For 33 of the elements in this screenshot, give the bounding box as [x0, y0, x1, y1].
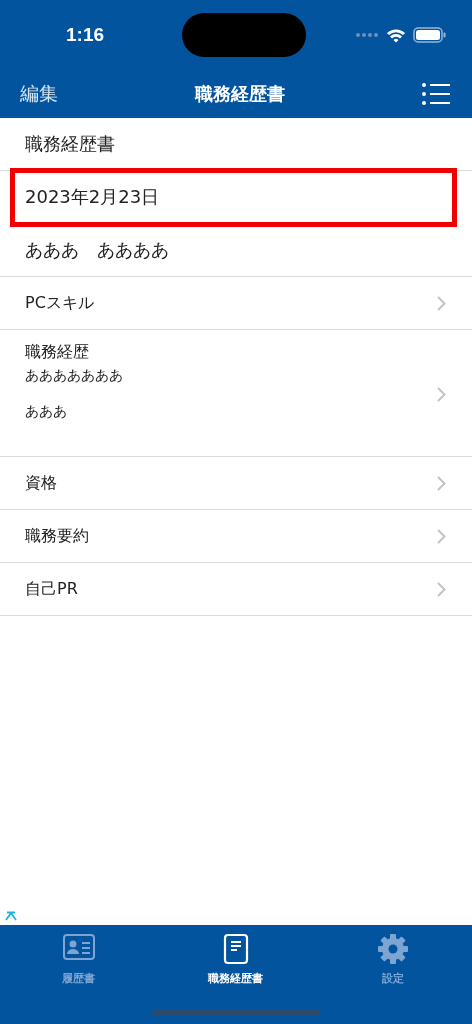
menu-icon [422, 83, 450, 105]
list-row[interactable]: 職務要約 [0, 510, 472, 563]
ad-close-icon [5, 911, 17, 921]
menu-button[interactable] [422, 83, 450, 105]
wifi-icon [386, 27, 406, 43]
row-label: 職務経歴 [25, 342, 90, 363]
row-label: 2023年2月23日 [25, 185, 160, 209]
row-label: 職務要約 [25, 525, 89, 547]
status-time: 1:16 [66, 24, 105, 46]
row-label: 資格 [25, 472, 57, 494]
screen-title: 職務経歴書 [195, 82, 285, 106]
tab-button[interactable]: 職務経歴書 [157, 925, 315, 987]
row-label: あああ ああああ [25, 238, 169, 262]
list-row[interactable]: 自己PR [0, 563, 472, 616]
edit-button[interactable]: 編集 [20, 81, 58, 107]
chevron-icon [437, 387, 446, 402]
row-label: PCスキル [25, 292, 94, 314]
list-row[interactable]: 職務経歴 あああああああ あああ [0, 330, 472, 457]
chevron-icon [437, 475, 446, 491]
row-label: 自己PR [25, 578, 78, 600]
chevron-icon [437, 528, 446, 544]
chevron-icon [437, 581, 446, 597]
signal-icon [355, 32, 379, 38]
chevron-icon [437, 295, 446, 311]
document-icon [223, 933, 249, 965]
camera-cutout-icon [181, 13, 306, 57]
row-detail: あああ [25, 403, 68, 421]
settings-icon [376, 933, 411, 965]
battery-icon [413, 27, 446, 43]
list-row[interactable]: 資格 [0, 457, 472, 510]
row-detail: あああああああ [25, 367, 123, 385]
row-label: 職務経歴書 [25, 132, 115, 156]
list-row[interactable]: PCスキル [0, 277, 472, 330]
